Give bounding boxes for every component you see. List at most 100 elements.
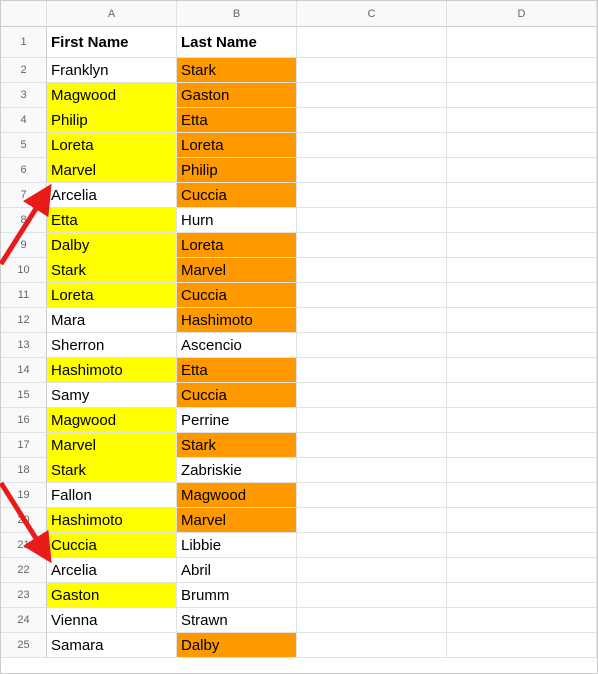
cell-last-name[interactable]: Ascencio <box>177 333 297 358</box>
column-header-d[interactable]: D <box>447 1 597 27</box>
column-header-a[interactable]: A <box>47 1 177 27</box>
cell-empty[interactable] <box>447 508 597 533</box>
spreadsheet-grid[interactable]: ABCD1First NameLast Name2FranklynStark3M… <box>1 1 597 658</box>
cell-last-name[interactable]: Etta <box>177 108 297 133</box>
cell-empty[interactable] <box>297 483 447 508</box>
cell-last-name[interactable]: Stark <box>177 433 297 458</box>
row-header[interactable]: 18 <box>1 458 47 483</box>
cell-first-name[interactable]: Stark <box>47 258 177 283</box>
cell-empty[interactable] <box>447 558 597 583</box>
cell-empty[interactable] <box>447 58 597 83</box>
cell-empty[interactable] <box>297 283 447 308</box>
cell-last-name[interactable]: Dalby <box>177 633 297 658</box>
cell-last-name[interactable]: Marvel <box>177 508 297 533</box>
cell-first-name[interactable]: Hashimoto <box>47 508 177 533</box>
cell-empty[interactable] <box>447 183 597 208</box>
cell-empty[interactable] <box>447 208 597 233</box>
cell-first-name[interactable]: Philip <box>47 108 177 133</box>
cell-last-name[interactable]: Loreta <box>177 133 297 158</box>
cell-first-name[interactable]: Hashimoto <box>47 358 177 383</box>
cell-empty[interactable] <box>297 508 447 533</box>
cell-last-name[interactable]: Abril <box>177 558 297 583</box>
cell-last-name[interactable]: Cuccia <box>177 383 297 408</box>
cell-empty[interactable] <box>447 258 597 283</box>
row-header[interactable]: 23 <box>1 583 47 608</box>
cell-first-name[interactable]: Magwood <box>47 83 177 108</box>
row-header[interactable]: 9 <box>1 233 47 258</box>
row-header[interactable]: 3 <box>1 83 47 108</box>
row-header[interactable]: 22 <box>1 558 47 583</box>
cell-empty[interactable] <box>447 433 597 458</box>
cell-empty[interactable] <box>297 158 447 183</box>
header-last-name[interactable]: Last Name <box>177 27 297 58</box>
cell-empty[interactable] <box>447 308 597 333</box>
cell-first-name[interactable]: Sherron <box>47 333 177 358</box>
cell-last-name[interactable]: Zabriskie <box>177 458 297 483</box>
row-header[interactable]: 16 <box>1 408 47 433</box>
cell-empty[interactable] <box>447 383 597 408</box>
cell-empty[interactable] <box>447 108 597 133</box>
cell-empty[interactable] <box>297 58 447 83</box>
cell-empty[interactable] <box>297 358 447 383</box>
row-header[interactable]: 8 <box>1 208 47 233</box>
cell-empty[interactable] <box>447 83 597 108</box>
row-header[interactable]: 6 <box>1 158 47 183</box>
cell-empty[interactable] <box>447 483 597 508</box>
cell-first-name[interactable]: Arcelia <box>47 558 177 583</box>
select-all-corner[interactable] <box>1 1 47 27</box>
cell-first-name[interactable]: Cuccia <box>47 533 177 558</box>
cell-empty[interactable] <box>297 558 447 583</box>
cell-first-name[interactable]: Samara <box>47 633 177 658</box>
cell-empty[interactable] <box>297 383 447 408</box>
row-header[interactable]: 17 <box>1 433 47 458</box>
cell-empty[interactable] <box>297 258 447 283</box>
cell-empty[interactable] <box>297 27 447 58</box>
cell-first-name[interactable]: Samy <box>47 383 177 408</box>
row-header[interactable]: 24 <box>1 608 47 633</box>
cell-empty[interactable] <box>297 533 447 558</box>
cell-empty[interactable] <box>297 108 447 133</box>
cell-first-name[interactable]: Franklyn <box>47 58 177 83</box>
column-header-b[interactable]: B <box>177 1 297 27</box>
cell-empty[interactable] <box>297 583 447 608</box>
cell-empty[interactable] <box>447 158 597 183</box>
cell-empty[interactable] <box>447 358 597 383</box>
cell-empty[interactable] <box>447 633 597 658</box>
cell-last-name[interactable]: Cuccia <box>177 183 297 208</box>
cell-first-name[interactable]: Mara <box>47 308 177 333</box>
cell-empty[interactable] <box>447 408 597 433</box>
row-header[interactable]: 11 <box>1 283 47 308</box>
row-header[interactable]: 19 <box>1 483 47 508</box>
cell-empty[interactable] <box>297 433 447 458</box>
cell-empty[interactable] <box>447 608 597 633</box>
column-header-c[interactable]: C <box>297 1 447 27</box>
cell-empty[interactable] <box>297 608 447 633</box>
cell-empty[interactable] <box>447 133 597 158</box>
cell-last-name[interactable]: Libbie <box>177 533 297 558</box>
cell-first-name[interactable]: Marvel <box>47 158 177 183</box>
cell-last-name[interactable]: Brumm <box>177 583 297 608</box>
cell-first-name[interactable]: Gaston <box>47 583 177 608</box>
cell-empty[interactable] <box>447 458 597 483</box>
row-header[interactable]: 15 <box>1 383 47 408</box>
cell-last-name[interactable]: Stark <box>177 58 297 83</box>
cell-last-name[interactable]: Philip <box>177 158 297 183</box>
row-header[interactable]: 10 <box>1 258 47 283</box>
row-header[interactable]: 21 <box>1 533 47 558</box>
cell-first-name[interactable]: Magwood <box>47 408 177 433</box>
row-header[interactable]: 13 <box>1 333 47 358</box>
cell-empty[interactable] <box>297 208 447 233</box>
cell-first-name[interactable]: Arcelia <box>47 183 177 208</box>
row-header[interactable]: 20 <box>1 508 47 533</box>
cell-empty[interactable] <box>297 333 447 358</box>
row-header[interactable]: 12 <box>1 308 47 333</box>
row-header[interactable]: 1 <box>1 27 47 58</box>
cell-last-name[interactable]: Gaston <box>177 83 297 108</box>
cell-last-name[interactable]: Marvel <box>177 258 297 283</box>
cell-empty[interactable] <box>447 27 597 58</box>
header-first-name[interactable]: First Name <box>47 27 177 58</box>
row-header[interactable]: 4 <box>1 108 47 133</box>
cell-first-name[interactable]: Marvel <box>47 433 177 458</box>
cell-last-name[interactable]: Etta <box>177 358 297 383</box>
cell-empty[interactable] <box>297 458 447 483</box>
